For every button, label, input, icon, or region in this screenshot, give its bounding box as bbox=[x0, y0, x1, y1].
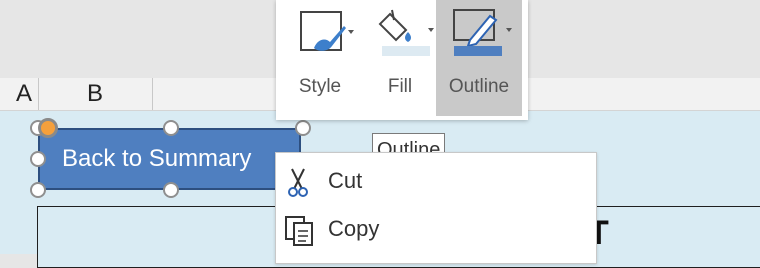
fill-bucket-icon bbox=[378, 9, 434, 56]
copy-icon bbox=[285, 216, 313, 246]
fill-button[interactable]: Fill bbox=[364, 0, 436, 116]
resize-handle-top[interactable] bbox=[163, 120, 179, 136]
resize-handle-left[interactable] bbox=[30, 151, 46, 167]
menu-label-cut: Cut bbox=[328, 168, 363, 193]
menu-label-copy: Copy bbox=[328, 216, 380, 241]
outline-pen-icon bbox=[453, 9, 512, 56]
outline-button[interactable]: Outline bbox=[436, 0, 522, 116]
fill-label: Fill bbox=[387, 76, 413, 97]
column-header-b[interactable]: B bbox=[87, 80, 103, 108]
scissors-icon bbox=[288, 168, 308, 197]
column-header-a[interactable]: A bbox=[16, 80, 32, 108]
style-label: Style bbox=[298, 76, 342, 97]
context-menu: Cut Copy bbox=[275, 152, 597, 264]
outline-label: Outline bbox=[448, 76, 510, 97]
back-to-summary-shape[interactable]: Back to Summary bbox=[38, 128, 301, 190]
menu-item-copy[interactable]: Copy bbox=[276, 207, 596, 251]
style-button[interactable]: Style bbox=[280, 0, 360, 116]
menu-item-cut[interactable]: Cut bbox=[276, 159, 596, 203]
resize-handle-bottom-left[interactable] bbox=[30, 182, 46, 198]
shape-style-icon bbox=[300, 11, 354, 51]
resize-handle-bottom[interactable] bbox=[163, 182, 179, 198]
resize-handle-top-right[interactable] bbox=[295, 120, 311, 136]
column-separator[interactable] bbox=[38, 78, 39, 110]
mini-toolbar: Style Fill Outline bbox=[276, 0, 528, 120]
column-separator[interactable] bbox=[152, 78, 153, 110]
rotate-handle[interactable] bbox=[38, 118, 58, 138]
